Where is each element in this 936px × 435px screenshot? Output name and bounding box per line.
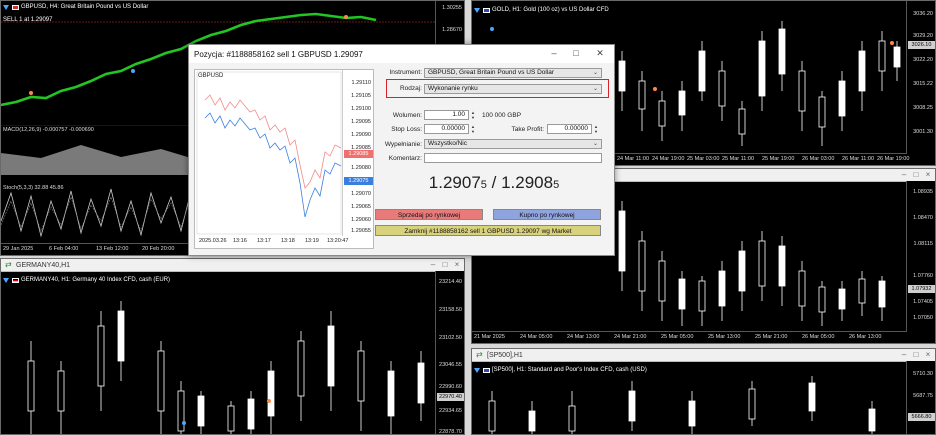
take-profit-stepper[interactable]: ▲ ▼ bbox=[593, 124, 599, 134]
close-button[interactable]: × bbox=[923, 350, 933, 360]
tick-chart-plot bbox=[196, 71, 342, 235]
price-tag: 5666.80 bbox=[908, 413, 935, 421]
buy-market-button[interactable]: Kupno po rynkowej bbox=[493, 209, 601, 220]
quote-display: 1.29075 / 1.29085 bbox=[428, 173, 560, 192]
sp500-candles bbox=[488, 376, 876, 434]
minimize-button[interactable]: – bbox=[899, 350, 909, 360]
instrument-label: Instrument: bbox=[389, 69, 422, 76]
volume-label: Wolumen: bbox=[392, 112, 422, 119]
chevron-down-icon: ⌄ bbox=[592, 70, 598, 76]
tick-time-axis: 2025.03.26 13:16 13:17 13:18 13:19 13:20… bbox=[199, 238, 349, 244]
price-axis: 5710.30 5687.75 5666.80 bbox=[906, 361, 935, 434]
comment-field[interactable] bbox=[424, 153, 602, 163]
price-tag: 3026.10 bbox=[908, 41, 935, 49]
sell-market-button[interactable]: Sprzedaj po rynkowej bbox=[375, 209, 483, 220]
stop-loss-field[interactable]: 0.00000 bbox=[424, 124, 469, 134]
minimize-icon[interactable]: – bbox=[546, 48, 562, 58]
price-tag: 22970.40 bbox=[437, 393, 464, 401]
tick-chart: GBPUSD 1.29110 1.29105 1.29100 1.29095 1… bbox=[194, 69, 374, 249]
chevron-down-icon: ⌄ bbox=[592, 141, 598, 147]
maximize-button[interactable]: □ bbox=[911, 170, 921, 180]
volume-field[interactable]: 1.00 bbox=[424, 110, 469, 120]
maximize-button[interactable]: □ bbox=[911, 350, 921, 360]
order-type-label: Rodzaj: bbox=[399, 85, 422, 92]
filling-select[interactable]: Wszystko/Nic ⌄ bbox=[424, 139, 602, 149]
minimize-button[interactable]: – bbox=[428, 260, 438, 270]
price-axis: 1.08935 1.08470 1.08115 1.07760 1.07932 … bbox=[906, 181, 935, 331]
price-axis: 3036.20 3029.20 3026.10 3022.20 3015.22 … bbox=[906, 1, 935, 153]
close-button[interactable]: × bbox=[452, 260, 462, 270]
comment-label: Komentarz: bbox=[388, 155, 422, 162]
ask-price-tag: 1.29085 bbox=[344, 150, 373, 158]
volume-note: 100 000 GBP bbox=[482, 112, 522, 119]
position-dialog[interactable]: Pozycja: #1188858162 sell 1 GBPUSD 1.290… bbox=[188, 44, 615, 256]
maximize-icon[interactable]: □ bbox=[568, 48, 584, 58]
chart-icon: ⇄ bbox=[476, 350, 483, 359]
take-profit-field[interactable]: 0.00000 bbox=[547, 124, 592, 134]
stop-loss-stepper[interactable]: ▲ ▼ bbox=[470, 124, 476, 134]
chart-window-sp500[interactable]: ⇄ [SP500],H1 – □ × [SP500], H1: Standard… bbox=[471, 348, 936, 435]
close-icon[interactable]: ✕ bbox=[592, 48, 608, 59]
germany-candles bbox=[27, 301, 425, 434]
volume-stepper[interactable]: ▲ ▼ bbox=[470, 110, 476, 120]
filling-label: Wypełnianie: bbox=[384, 141, 422, 148]
price-tag: 1.07932 bbox=[908, 285, 935, 293]
chart-window-germany40[interactable]: ⇄ GERMANY40,H1 – □ × GERMANY40, H1: Germ… bbox=[0, 258, 465, 435]
minimize-button[interactable]: – bbox=[899, 170, 909, 180]
price-axis: 23214.40 23158.50 23102.50 23046.55 2299… bbox=[435, 271, 464, 434]
bid-price-tag: 1.29075 bbox=[344, 177, 373, 185]
time-axis: 21 Mar 2025 24 Mar 05:00 24 Mar 13:00 24… bbox=[472, 331, 907, 343]
close-button[interactable]: × bbox=[923, 170, 933, 180]
chart-icon: ⇄ bbox=[5, 260, 12, 269]
instrument-select[interactable]: GBPUSD, Great Britain Pound vs US Dollar… bbox=[424, 68, 602, 78]
maximize-button[interactable]: □ bbox=[440, 260, 450, 270]
close-position-button[interactable]: Zamknij #1188858162 sell 1 GBPUSD 1.2909… bbox=[375, 225, 601, 236]
stop-loss-label: Stop Loss: bbox=[391, 126, 422, 133]
take-profit-label: Take Profit: bbox=[511, 126, 544, 133]
tick-price-axis: 1.29110 1.29105 1.29100 1.29095 1.29090 … bbox=[342, 70, 373, 236]
order-type-select[interactable]: Wykonanie rynku ⌄ bbox=[424, 84, 602, 94]
chevron-down-icon: ⌄ bbox=[592, 86, 598, 92]
